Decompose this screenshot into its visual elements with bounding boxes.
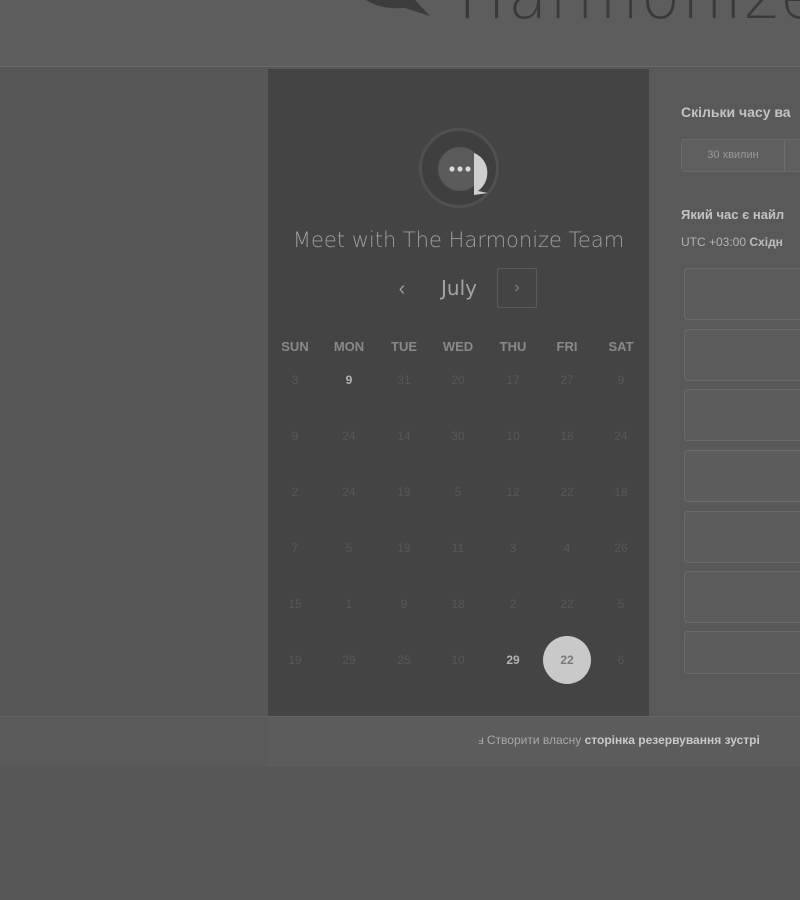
calendar-day: 19 [288,653,302,667]
calendar-day: 20 [451,373,465,387]
time-slot-button[interactable] [684,571,800,623]
weekday-label: FRI [556,339,578,354]
sprocket-icon: ⅎ [478,733,484,747]
next-month-button[interactable]: › [497,268,537,308]
calendar-day: 29 [342,653,356,667]
weekday-label: MON [333,339,365,354]
calendar-day: 30 [451,429,465,443]
calendar-day: 19 [397,541,411,555]
chat-bubble-icon [438,147,488,195]
calendar-day: 17 [506,373,520,387]
calendar-day: 9 [617,373,625,387]
calendar-day: 3 [509,541,517,555]
time-question: Який час є найл [681,207,785,222]
calendar-day: 9 [400,597,408,611]
calendar-day: 18 [614,485,628,499]
duration-selector: 30 хвилин [681,139,800,172]
timezone-label[interactable]: UTC +03:00 Східн [681,235,783,249]
header-bar: Harmonize [0,0,800,67]
prev-month-button[interactable]: ‹ [390,275,414,303]
calendar-day: 14 [397,429,411,443]
calendar-day: 10 [451,653,465,667]
meeting-title: Meet with The Harmonize Team [292,228,625,252]
calendar-day: 5 [454,485,462,499]
time-slot-button[interactable] [684,389,800,441]
month-label: July [441,276,477,300]
calendar-day: 22 [560,597,574,611]
calendar-day: 18 [560,429,574,443]
calendar-day: 1 [345,597,353,611]
weekday-label: TUE [391,339,417,354]
footer-left-strip [0,716,268,768]
page-background [0,767,800,900]
footer-bold-link: сторінка резервування зустрі [584,733,760,747]
time-slot-button[interactable] [684,511,800,563]
calendar-day: 11 [451,541,465,555]
calendar-day: 7 [291,541,299,555]
calendar-day: 15 [288,597,302,611]
brand-name: Harmonize [458,0,800,34]
timezone-name: Східн [749,235,783,249]
calendar-day: 12 [506,485,520,499]
calendar-day: 22 [560,485,574,499]
weekday-label: THU [499,339,527,354]
calendar-day[interactable]: 29 [489,636,537,684]
calendar-day: 27 [560,373,574,387]
brand-logo-icon [366,0,430,16]
calendar-day: 4 [563,541,571,555]
calendar-day: 6 [617,653,625,667]
time-slot-button[interactable] [684,631,800,674]
weekday-label: SAT [608,339,634,354]
duration-option-30[interactable]: 30 хвилин [682,140,785,171]
calendar-day: 25 [397,653,411,667]
calendar-day: 2 [509,597,517,611]
calendar-day[interactable]: 9 [325,356,373,404]
calendar-day: 24 [342,429,356,443]
calendar-day: 24 [614,429,628,443]
footer-link[interactable]: ⅎ Створити власну сторінка резервування з… [478,733,760,747]
footer-prefix: Створити власну [486,733,582,747]
calendar-day: 19 [397,485,411,499]
calendar-day: 2 [291,485,299,499]
calendar-day-selected[interactable]: 22 [543,636,591,684]
time-slot-button[interactable] [684,450,800,502]
weekday-label: SUN [281,339,309,354]
calendar-day: 31 [397,373,411,387]
calendar-day: 3 [291,373,299,387]
calendar-day: 10 [506,429,520,443]
weekday-label: WED [442,339,474,354]
duration-question: Скільки часу ва [681,104,791,120]
calendar-day: 18 [451,597,465,611]
time-slot-button[interactable] [684,268,800,320]
calendar-day: 5 [617,597,625,611]
timezone-offset: UTC +03:00 [681,235,747,249]
calendar-day: 5 [345,541,353,555]
calendar-day: 26 [614,541,628,555]
time-slot-button[interactable] [684,329,800,381]
calendar-day: 24 [342,485,356,499]
calendar-day: 9 [291,429,299,443]
